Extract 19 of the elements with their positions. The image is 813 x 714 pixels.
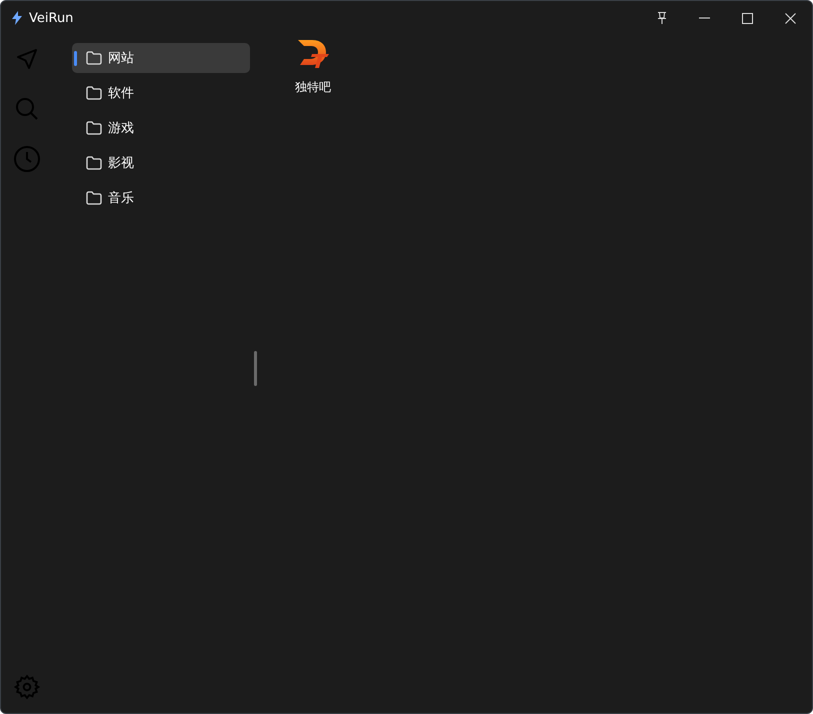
window-title: VeiRun	[29, 10, 74, 26]
folder-item[interactable]: 网站	[72, 43, 250, 73]
folder-item[interactable]: 游戏	[72, 113, 250, 143]
shortcut-tile[interactable]: 独特吧	[283, 37, 343, 96]
close-icon[interactable]	[785, 12, 796, 24]
folder-icon	[86, 156, 102, 170]
splitter-handle[interactable]	[254, 351, 257, 386]
lightning-icon	[11, 11, 23, 25]
folder-item[interactable]: 软件	[72, 78, 250, 108]
app-logo-icon	[296, 37, 330, 69]
folder-icon	[86, 51, 102, 65]
folder-item[interactable]: 音乐	[72, 183, 250, 213]
folder-icon	[86, 86, 102, 100]
minimize-icon[interactable]	[699, 17, 710, 19]
maximize-icon[interactable]	[742, 12, 753, 24]
pin-icon[interactable]	[656, 11, 668, 25]
folder-icon	[86, 121, 102, 135]
folder-item[interactable]: 影视	[72, 148, 250, 178]
folder-icon	[86, 191, 102, 205]
